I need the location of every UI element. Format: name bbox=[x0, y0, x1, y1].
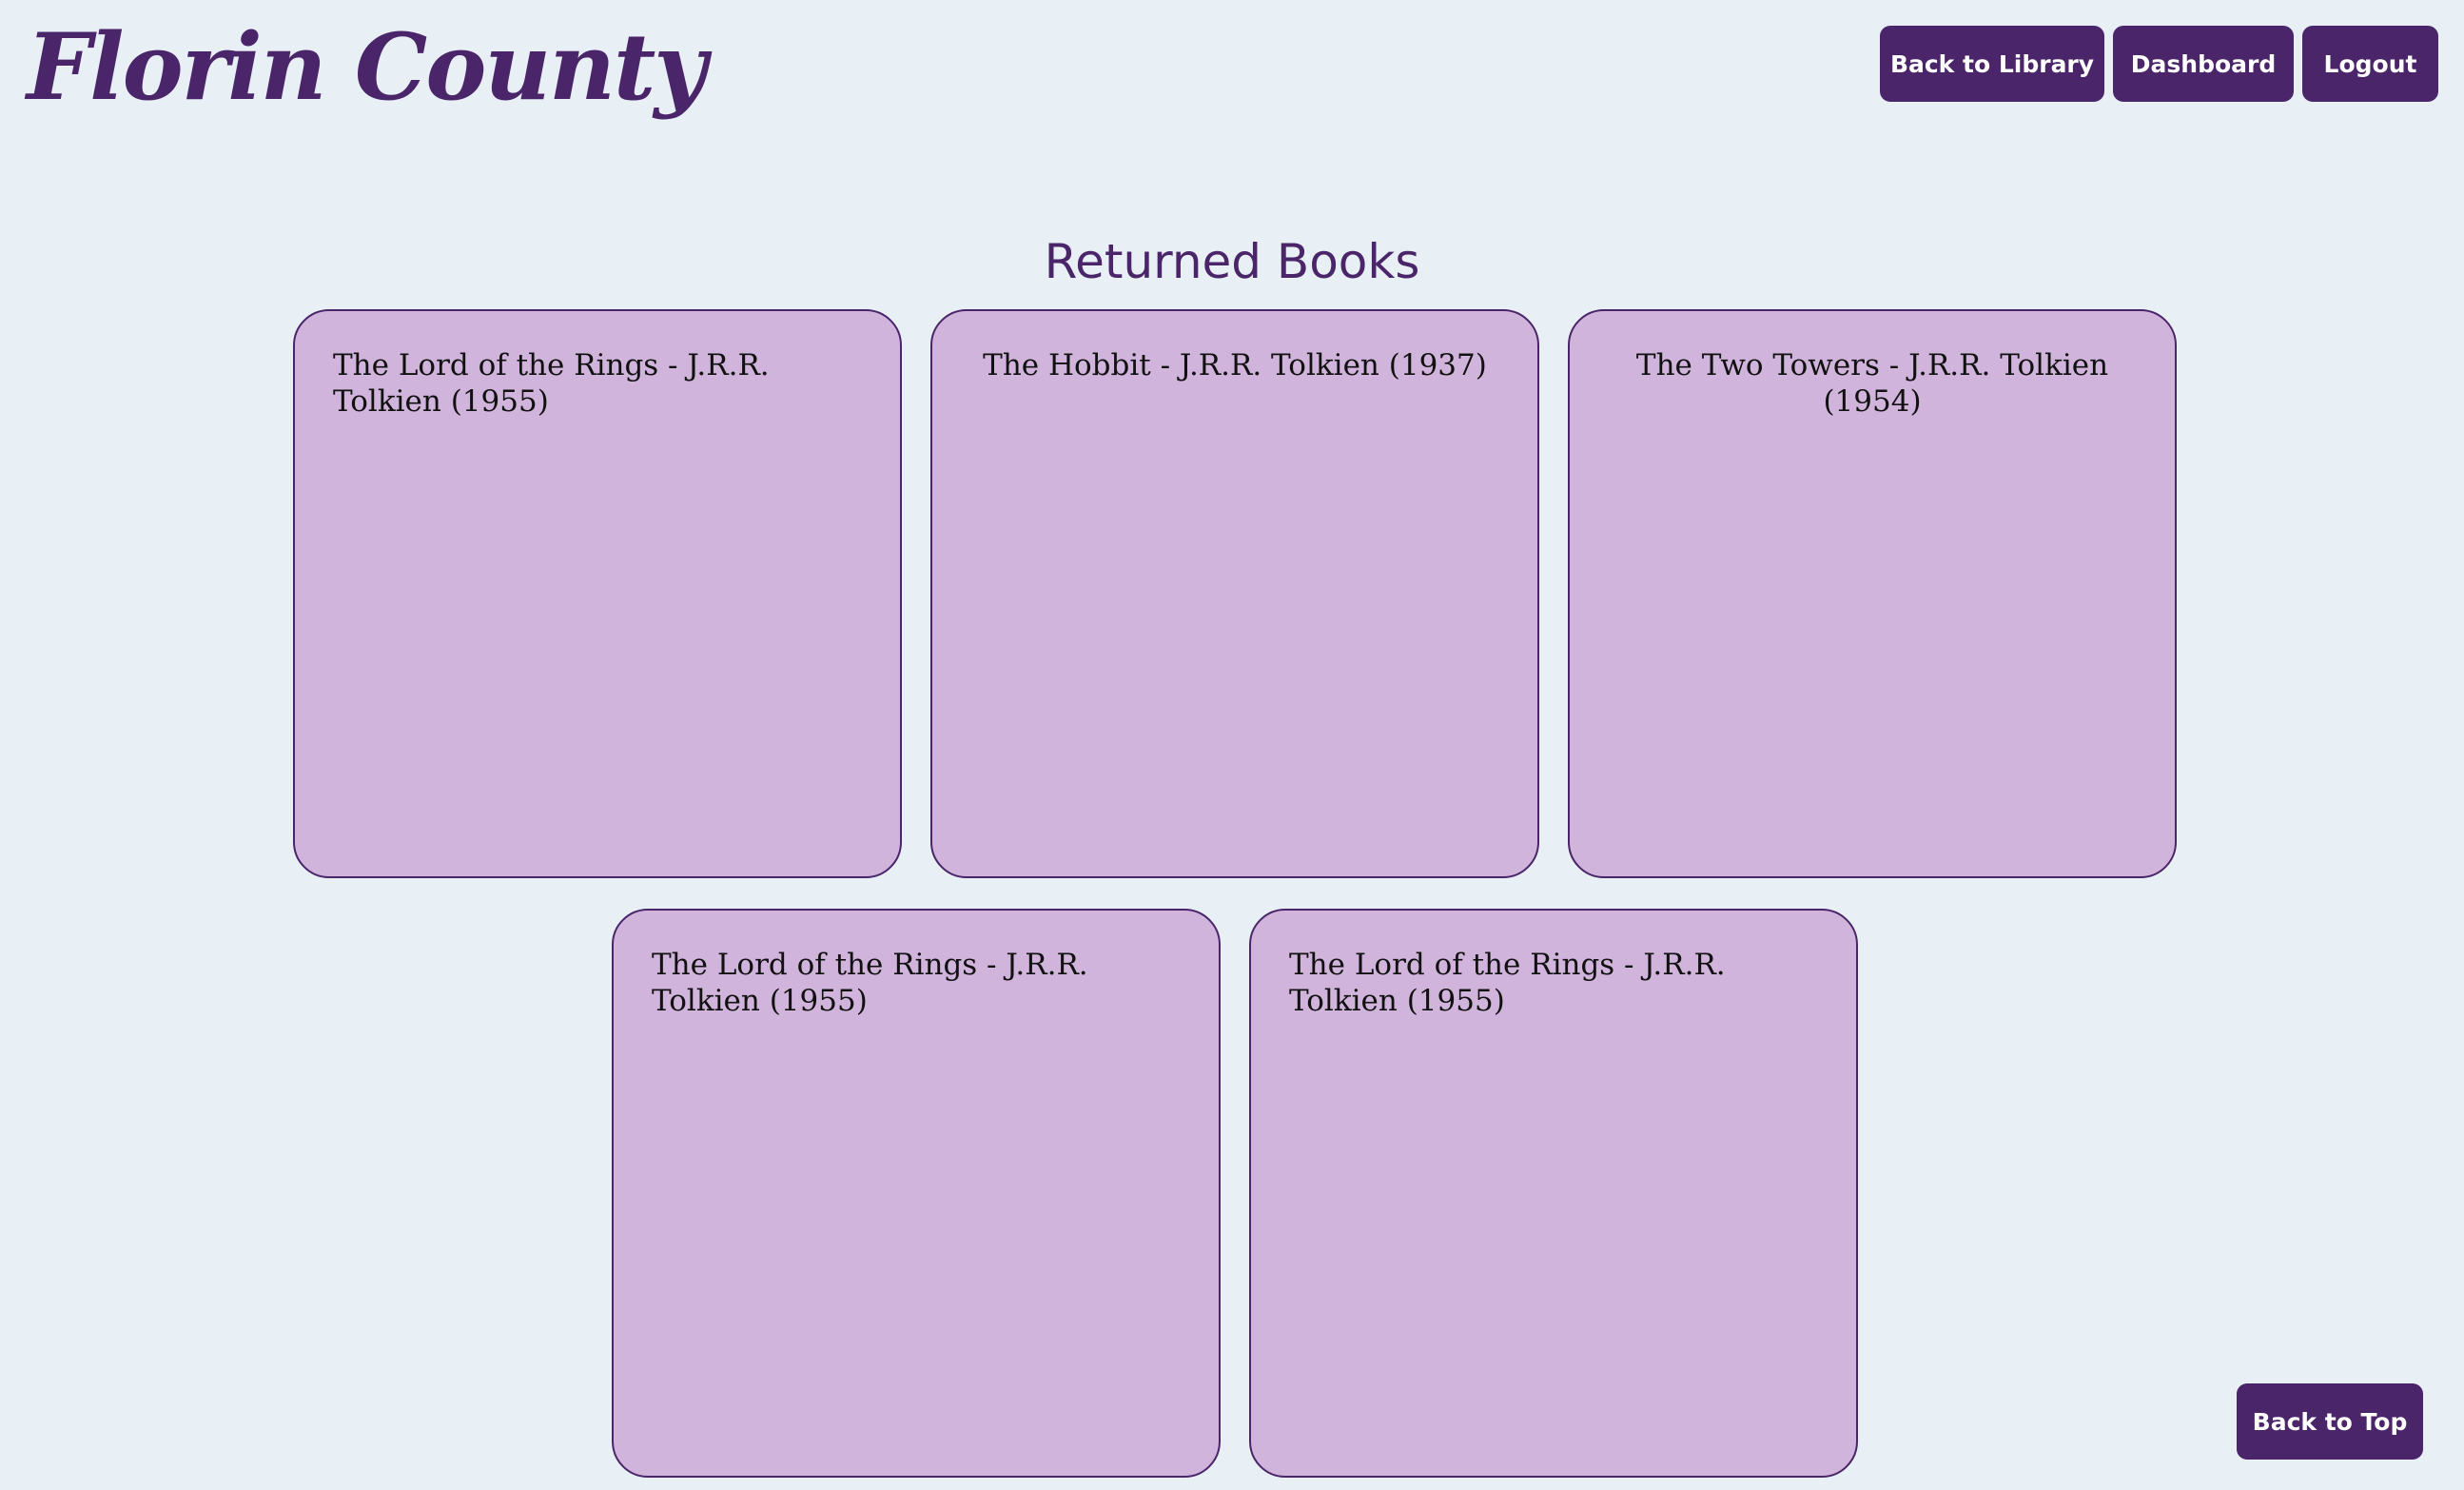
back-to-top-button[interactable]: Back to Top bbox=[2237, 1383, 2423, 1460]
book-card[interactable]: The Two Towers - J.R.R. Tolkien (1954) bbox=[1568, 309, 2177, 878]
book-title: The Lord of the Rings - J.R.R. Tolkien (… bbox=[652, 948, 1088, 1018]
top-nav: Back to Library Dashboard Logout bbox=[1880, 26, 2438, 102]
book-title: The Hobbit - J.R.R. Tolkien (1937) bbox=[983, 348, 1487, 382]
book-title: The Lord of the Rings - J.R.R. Tolkien (… bbox=[1289, 948, 1726, 1018]
site-logo: Florin County bbox=[27, 12, 707, 121]
logout-button[interactable]: Logout bbox=[2302, 26, 2438, 102]
book-card[interactable]: The Lord of the Rings - J.R.R. Tolkien (… bbox=[1249, 909, 1858, 1478]
book-card[interactable]: The Lord of the Rings - J.R.R. Tolkien (… bbox=[293, 309, 902, 878]
back-to-library-button[interactable]: Back to Library bbox=[1880, 26, 2104, 102]
book-card[interactable]: The Hobbit - J.R.R. Tolkien (1937) bbox=[930, 309, 1539, 878]
book-card[interactable]: The Lord of the Rings - J.R.R. Tolkien (… bbox=[612, 909, 1221, 1478]
dashboard-button[interactable]: Dashboard bbox=[2113, 26, 2294, 102]
book-title: The Two Towers - J.R.R. Tolkien (1954) bbox=[1635, 348, 2109, 419]
book-title: The Lord of the Rings - J.R.R. Tolkien (… bbox=[333, 348, 770, 419]
page-title: Returned Books bbox=[1044, 234, 1420, 289]
